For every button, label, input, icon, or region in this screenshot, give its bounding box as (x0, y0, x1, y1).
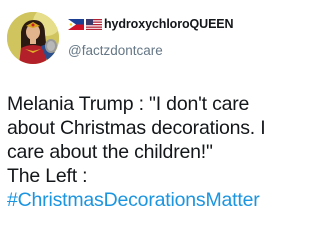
avatar[interactable] (7, 12, 59, 64)
author-name[interactable]: hydroxychloroQUEEN (68, 15, 234, 33)
wonder-woman-avatar-icon (7, 12, 59, 64)
tweet-text-line: The Left : (7, 165, 88, 187)
tweet-text-line: care about the children!" (7, 141, 213, 163)
us-flag-icon (86, 18, 102, 30)
tweet-text-line: Melania Trump : "I don't care (7, 93, 250, 115)
user-handle[interactable]: @factzdontcare (68, 43, 163, 58)
philippines-flag-icon (68, 18, 84, 30)
tweet-text-line: about Christmas decorations. I (7, 117, 266, 139)
tweet-card: hydroxychloroQUEEN @factzdontcare Melani… (0, 0, 300, 250)
tweet-body: Melania Trump : "I don't care about Chri… (7, 92, 297, 212)
display-name: hydroxychloroQUEEN (104, 17, 234, 31)
hashtag-link[interactable]: #ChristmasDecorationsMatter (7, 188, 297, 212)
